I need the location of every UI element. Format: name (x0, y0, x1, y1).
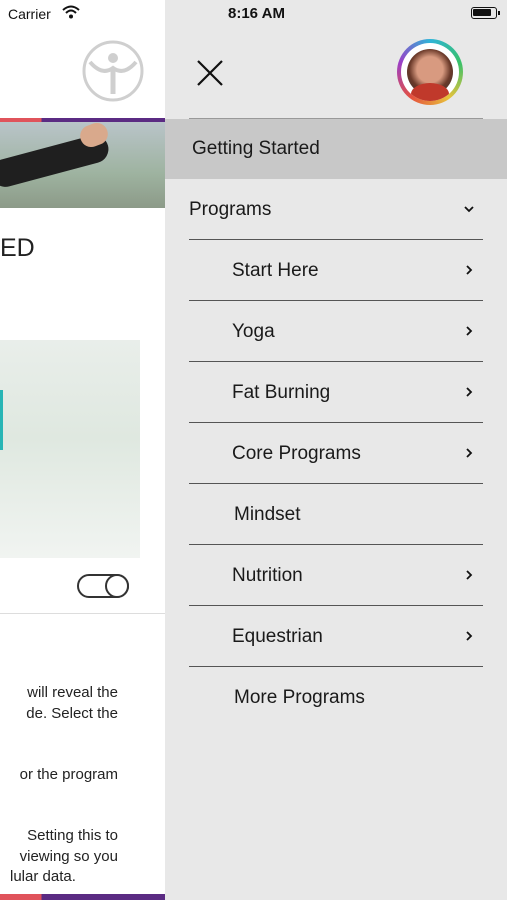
menu-item-label: Equestrian (232, 626, 323, 647)
menu-item-label: Core Programs (232, 443, 361, 464)
divider (189, 422, 483, 423)
accent-bar-bottom (0, 894, 165, 900)
page-heading: ED (0, 234, 35, 262)
menu-item-label: Fat Burning (232, 382, 331, 403)
carrier-label: Carrier (8, 6, 51, 22)
battery-icon (471, 7, 500, 19)
divider (0, 613, 165, 614)
menu-item-label: Getting Started (192, 138, 320, 159)
menu-item-label: Nutrition (232, 565, 303, 586)
menu-item-label: Yoga (232, 321, 275, 342)
description-line: or the program (19, 766, 118, 783)
description-line: viewing so you (19, 848, 118, 865)
menu-item-label: More Programs (234, 687, 365, 708)
chevron-right-icon (466, 631, 473, 641)
chevron-right-icon (466, 387, 473, 397)
program-photo (0, 340, 140, 558)
profile-photo (401, 43, 459, 101)
menu-item-programs[interactable]: Programs (165, 180, 507, 240)
background-page: Carrier ED will reveal the de. Select th… (0, 0, 165, 900)
description-line: will reveal the (27, 684, 118, 701)
chevron-down-icon (464, 206, 474, 213)
close-icon[interactable] (195, 58, 225, 88)
divider (189, 483, 483, 484)
settings-toggle[interactable] (77, 574, 129, 598)
brand-logo-icon (80, 40, 146, 107)
avatar[interactable] (397, 39, 463, 105)
menu-item-label: Start Here (232, 260, 319, 281)
status-time: 8:16 AM (228, 5, 285, 22)
menu-item-more-programs[interactable]: More Programs (165, 668, 507, 728)
divider (189, 300, 483, 301)
menu-item-start-here[interactable]: Start Here (165, 241, 507, 301)
description-line: lular data. (10, 868, 76, 885)
wifi-icon (62, 5, 80, 24)
divider (189, 544, 483, 545)
chevron-right-icon (466, 326, 473, 336)
divider (189, 605, 483, 606)
hero-image (0, 119, 165, 208)
menu-item-yoga[interactable]: Yoga (165, 302, 507, 362)
chevron-right-icon (466, 448, 473, 458)
menu-item-label: Programs (189, 199, 272, 220)
menu-item-mindset[interactable]: Mindset (165, 485, 507, 545)
menu-item-getting-started[interactable]: Getting Started (165, 119, 507, 179)
menu-item-nutrition[interactable]: Nutrition (165, 546, 507, 606)
menu-item-equestrian[interactable]: Equestrian (165, 607, 507, 667)
chevron-right-icon (466, 570, 473, 580)
menu-item-core-programs[interactable]: Core Programs (165, 424, 507, 484)
divider (189, 239, 483, 240)
divider (189, 666, 483, 667)
menu-item-label: Mindset (234, 504, 301, 525)
chevron-right-icon (466, 265, 473, 275)
menu-item-fat-burning[interactable]: Fat Burning (165, 363, 507, 423)
divider (189, 361, 483, 362)
side-drawer: 8:16 AM Getting Started Programs Start Her… (165, 0, 507, 900)
description-line: de. Select the (26, 705, 118, 722)
description-line: Setting this to (27, 827, 118, 844)
